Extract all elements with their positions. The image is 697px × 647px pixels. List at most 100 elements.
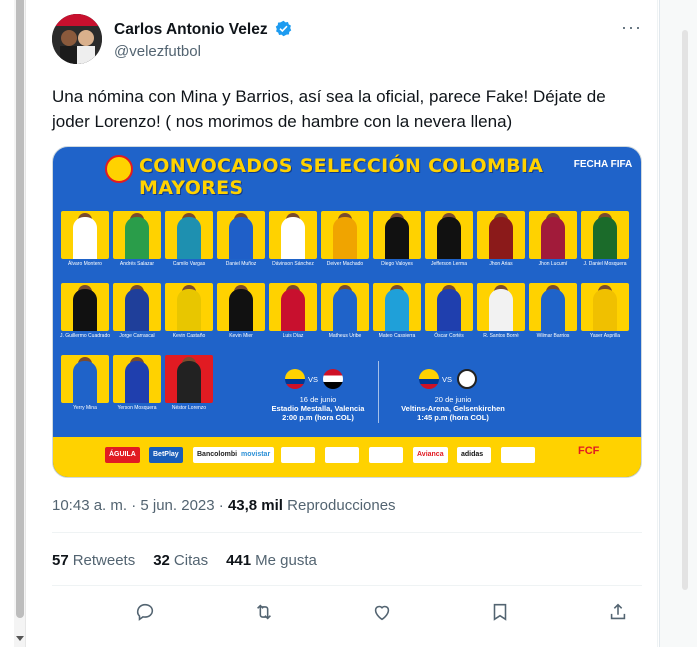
player-name: Dávinson Sánchez [272, 261, 314, 267]
bookmark-icon[interactable] [489, 601, 513, 625]
tweet-meta: 10:43 a. m. · 5 jun. 2023 · 43,8 mil Rep… [52, 497, 396, 514]
match1-info: 16 de junio Estadio Mestalla, Valencia 2… [258, 395, 378, 422]
player-shirt [125, 289, 149, 331]
player-name: Diego Valoyes [381, 261, 413, 267]
right-scrollbar[interactable] [659, 0, 697, 647]
player-card [529, 283, 577, 331]
tweet-stats: 57 Retweets 32 Citas 441 Me gusta [52, 552, 335, 569]
player-name: Jhon Arias [489, 261, 513, 267]
player-shirt [593, 289, 617, 331]
media-title: CONVOCADOS SELECCIÓN COLOMBIA MAYORES [139, 155, 544, 199]
player-name: Yerry Mina [73, 405, 97, 411]
stat-count: 32 [153, 552, 170, 569]
player-card [477, 211, 525, 259]
tweet-actions [52, 598, 642, 628]
player-shirt [385, 217, 409, 259]
player-name: Néstor Lorenzo [171, 405, 207, 411]
player-shirt [489, 217, 513, 259]
media-fecha: FECHA FIFA [573, 159, 633, 170]
match-divider [378, 361, 379, 423]
colombia-crest-icon [105, 155, 133, 183]
sponsor-logo: BetPlay [149, 447, 183, 463]
player-shirt [229, 289, 253, 331]
player-card [321, 211, 369, 259]
colombia-flag-icon [419, 369, 439, 389]
author-name-text[interactable]: Carlos Antonio Velez [114, 21, 268, 38]
share-icon[interactable] [607, 601, 631, 625]
player-shirt [281, 217, 305, 259]
player-name: Deiver Machado [326, 261, 364, 267]
player-name: Jhon Lucumí [538, 261, 568, 267]
player-shirt [229, 217, 253, 259]
player-card [269, 211, 317, 259]
scrollbar-thumb[interactable] [16, 0, 24, 618]
player-shirt [125, 217, 149, 259]
player-card [373, 283, 421, 331]
stat-citas[interactable]: 32 Citas [153, 552, 208, 569]
player-card [61, 355, 109, 403]
player-card [61, 211, 109, 259]
player-name: Jorge Carrascal [119, 333, 155, 339]
sponsor-logo [501, 447, 535, 463]
player-name: Daniel Muñoz [225, 261, 257, 267]
player-card [217, 211, 265, 259]
player-card [477, 283, 525, 331]
player-name: Yaser Asprilla [589, 333, 621, 339]
vs-label-1: VS [308, 375, 319, 384]
stat-retweets[interactable]: 57 Retweets [52, 552, 135, 569]
verified-badge-icon[interactable] [275, 20, 292, 37]
player-shirt [333, 289, 357, 331]
left-scrollbar[interactable] [14, 0, 26, 647]
match2-info: 20 de junio Veltins-Arena, Gelsenkirchen… [383, 395, 523, 422]
player-card [529, 211, 577, 259]
stat-label: Me gusta [255, 552, 317, 569]
tweet: Carlos Antonio Velez @velezfutbol ··· Un… [36, 0, 658, 647]
player-name: Óscar Cortés [434, 333, 464, 339]
player-name: Wilmar Barrios [536, 333, 570, 339]
germany-crest-icon [457, 369, 477, 389]
tweet-media-image[interactable]: CONVOCADOS SELECCIÓN COLOMBIA MAYORES FE… [52, 146, 642, 478]
player-card [581, 283, 629, 331]
player-name: Andrés Salazar [119, 261, 155, 267]
retweet-icon[interactable] [253, 601, 277, 625]
avatar[interactable] [52, 14, 102, 64]
player-card [113, 355, 161, 403]
match1-date: 16 de junio [299, 395, 337, 404]
player-shirt [177, 289, 201, 331]
like-icon[interactable] [371, 601, 395, 625]
tweet-text: Una nómina con Mina y Barrios, así sea l… [52, 87, 606, 131]
player-card [61, 283, 109, 331]
stat-me-gusta[interactable]: 441 Me gusta [226, 552, 317, 569]
player-name: Kevin Castaño [172, 333, 206, 339]
sponsor-logo [325, 447, 359, 463]
stat-label: Citas [173, 552, 209, 569]
player-card [321, 283, 369, 331]
stat-count: 441 [226, 552, 252, 569]
tweet-time[interactable]: 10:43 a. m. · 5 jun. 2023 · [52, 497, 228, 514]
player-shirt [73, 217, 97, 259]
player-name: J. Guillermo Cuadrado [59, 333, 111, 339]
scroll-down-arrow-icon[interactable] [16, 636, 24, 641]
player-shirt [125, 361, 149, 403]
sponsor-logo: movistar [237, 447, 275, 463]
author-handle[interactable]: @velezfutbol [114, 43, 201, 60]
player-name: Jefferson Lerma [430, 261, 468, 267]
sponsors-strip: FCF ÁGUILA BetPlay Bancolombia movistar Avia… [53, 437, 641, 477]
match1-time: 2:00 p.m (hora COL) [282, 413, 354, 422]
player-name: Luis Díaz [282, 333, 304, 339]
player-shirt [437, 217, 461, 259]
player-shirt [177, 217, 201, 259]
player-shirt [333, 217, 357, 259]
scrollbar-track[interactable] [682, 30, 688, 590]
match2-venue: Veltins-Arena, Gelsenkirchen [401, 404, 505, 413]
player-name: Kevin Mier [229, 333, 253, 339]
player-name: Matheus Uribe [328, 333, 362, 339]
sponsor-logo [281, 447, 315, 463]
player-card [165, 355, 213, 403]
reply-icon[interactable] [134, 601, 158, 625]
more-options-icon[interactable]: ··· [621, 18, 642, 36]
player-name: Álvaro Montero [68, 261, 102, 267]
author-name[interactable]: Carlos Antonio Velez [114, 20, 292, 39]
stat-label: Retweets [72, 552, 136, 569]
player-shirt [177, 361, 201, 403]
